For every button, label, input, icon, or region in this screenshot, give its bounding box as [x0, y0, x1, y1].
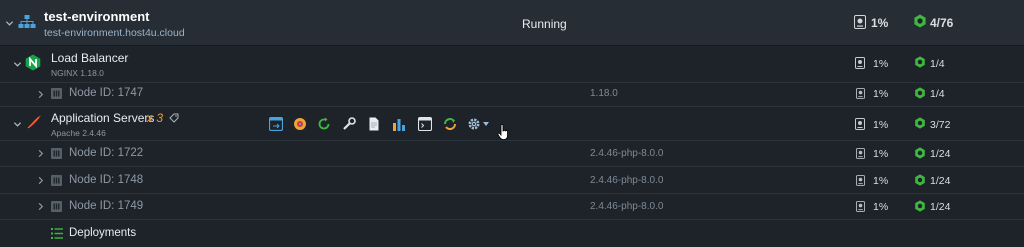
tag-icon[interactable] [169, 113, 179, 123]
node-cloudlets: 1/24 [930, 201, 951, 213]
chevron-right-icon[interactable] [35, 175, 45, 185]
load-balancer-title: Load Balancer [51, 51, 129, 65]
chevron-right-icon[interactable] [35, 89, 45, 99]
node-row[interactable]: Node ID: 1749 2.4.46-php-8.0.0 1% 1/24 [0, 193, 1024, 219]
application-servers-cloudlets: 3/72 [930, 119, 951, 131]
node-row[interactable]: Node ID: 1722 2.4.46-php-8.0.0 1% 1/24 [0, 140, 1024, 166]
application-servers-title: Application Servers [51, 111, 155, 125]
deployments-label: Deployments [69, 227, 137, 239]
node-version: 2.4.46-php-8.0.0 [590, 148, 664, 159]
environment-topology-icon [18, 15, 36, 30]
environment-cloudlets: 4/76 [930, 16, 954, 30]
node-row[interactable]: Node ID: 1748 2.4.46-php-8.0.0 1% 1/24 [0, 166, 1024, 193]
disk-icon [856, 201, 865, 212]
application-servers-row[interactable]: Application Servers x 3 Apache 2.4.46 1% [0, 106, 1024, 140]
log-file-icon[interactable] [367, 117, 381, 131]
chevron-down-icon[interactable] [12, 59, 22, 69]
node-id-label: Node ID: 1748 [69, 174, 144, 186]
statistics-icon[interactable] [392, 117, 406, 131]
environment-disk-usage: 1% [871, 16, 889, 30]
open-in-browser-icon[interactable] [269, 117, 283, 131]
nginx-logo-icon [25, 54, 41, 71]
redeploy-icon[interactable] [443, 117, 457, 131]
chevron-right-icon[interactable] [35, 148, 45, 158]
node-version: 2.4.46-php-8.0.0 [590, 201, 664, 212]
cloudlet-icon [914, 147, 926, 159]
environment-name[interactable]: test-environment [44, 9, 149, 24]
restart-icon[interactable] [317, 117, 331, 131]
environment-domain-link[interactable]: test-environment.host4u.cloud [44, 27, 185, 39]
node-cloudlets: 1/24 [930, 175, 951, 187]
web-ssh-icon[interactable] [418, 117, 432, 131]
disk-icon [856, 175, 865, 186]
apache-feather-icon [26, 114, 42, 130]
load-balancer-row[interactable]: Load Balancer NGINX 1.18.0 1% 1/4 [0, 46, 1024, 82]
node-icon [51, 201, 62, 212]
disk-icon [856, 88, 865, 99]
chevron-down-icon[interactable] [4, 18, 14, 28]
node-icon [51, 88, 62, 99]
cloudlet-icon [914, 87, 926, 99]
settings-gear-icon[interactable] [467, 117, 481, 131]
config-wrench-icon[interactable] [342, 117, 356, 131]
disk-icon [854, 15, 866, 29]
mouse-pointer-icon [497, 124, 509, 140]
node-row[interactable]: Node ID: 1747 1.18.0 1% 1/4 [0, 82, 1024, 106]
cloudlet-icon [914, 174, 926, 186]
environment-status: Running [522, 17, 567, 31]
load-balancer-disk-usage: 1% [873, 58, 889, 70]
node-count-badge[interactable]: x 3 [147, 111, 163, 125]
node-id-label: Node ID: 1722 [69, 147, 144, 159]
disk-icon [855, 57, 865, 69]
cloudlet-icon [914, 200, 926, 212]
add-ons-icon[interactable] [293, 117, 307, 131]
chevron-down-icon[interactable] [12, 119, 22, 129]
node-disk-usage: 1% [873, 175, 889, 187]
load-balancer-cloudlets: 1/4 [930, 58, 945, 70]
node-icon [51, 148, 62, 159]
cloudlet-icon [914, 117, 926, 129]
node-disk-usage: 1% [873, 148, 889, 160]
node-id-label: Node ID: 1749 [69, 200, 144, 212]
cloudlet-icon [913, 14, 927, 28]
node-disk-usage: 1% [873, 201, 889, 213]
deployments-row[interactable]: Deployments [0, 219, 1024, 247]
caret-down-icon[interactable] [483, 122, 489, 126]
node-cloudlets: 1/4 [930, 88, 945, 100]
node-version: 2.4.46-php-8.0.0 [590, 175, 664, 186]
node-version: 1.18.0 [590, 88, 618, 99]
node-icon [51, 175, 62, 186]
disk-icon [856, 148, 865, 159]
chevron-right-icon[interactable] [35, 201, 45, 211]
node-cloudlets: 1/24 [930, 148, 951, 160]
cloudlet-icon [914, 56, 926, 68]
disk-icon [855, 118, 865, 130]
application-servers-version: Apache 2.4.46 [51, 128, 106, 138]
application-servers-disk-usage: 1% [873, 119, 889, 131]
environment-row[interactable]: test-environment test-environment.host4u… [0, 0, 1024, 46]
node-disk-usage: 1% [873, 88, 889, 100]
load-balancer-version: NGINX 1.18.0 [51, 68, 104, 78]
node-id-label: Node ID: 1747 [69, 87, 144, 99]
deployments-list-icon [51, 228, 63, 239]
